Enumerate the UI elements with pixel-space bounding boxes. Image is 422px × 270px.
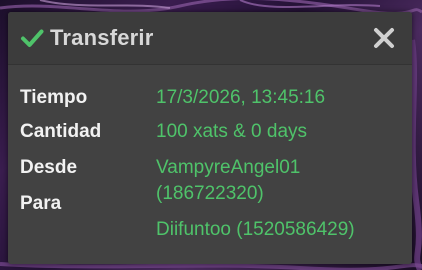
transfer-dialog: Transferir Tiempo 17/3/2026, 13:45:16 Ca… <box>8 12 412 264</box>
amount-label: Cantidad <box>20 121 102 142</box>
dialog-title: Transferir <box>50 25 154 50</box>
to-label: Para <box>20 193 62 214</box>
from-value: VampyreAngel01 <box>156 157 301 178</box>
to-value: Diifuntoo (1520586429) <box>156 219 355 240</box>
time-value: 17/3/2026, 13:45:16 <box>156 87 326 108</box>
check-icon <box>21 29 44 47</box>
time-label: Tiempo <box>20 87 88 108</box>
from-label: Desde <box>20 157 78 178</box>
dialog-header: Transferir <box>8 12 412 65</box>
from-id: (186722320) <box>156 183 264 204</box>
amount-value: 100 xats & 0 days <box>156 121 308 142</box>
close-icon[interactable] <box>372 26 396 50</box>
